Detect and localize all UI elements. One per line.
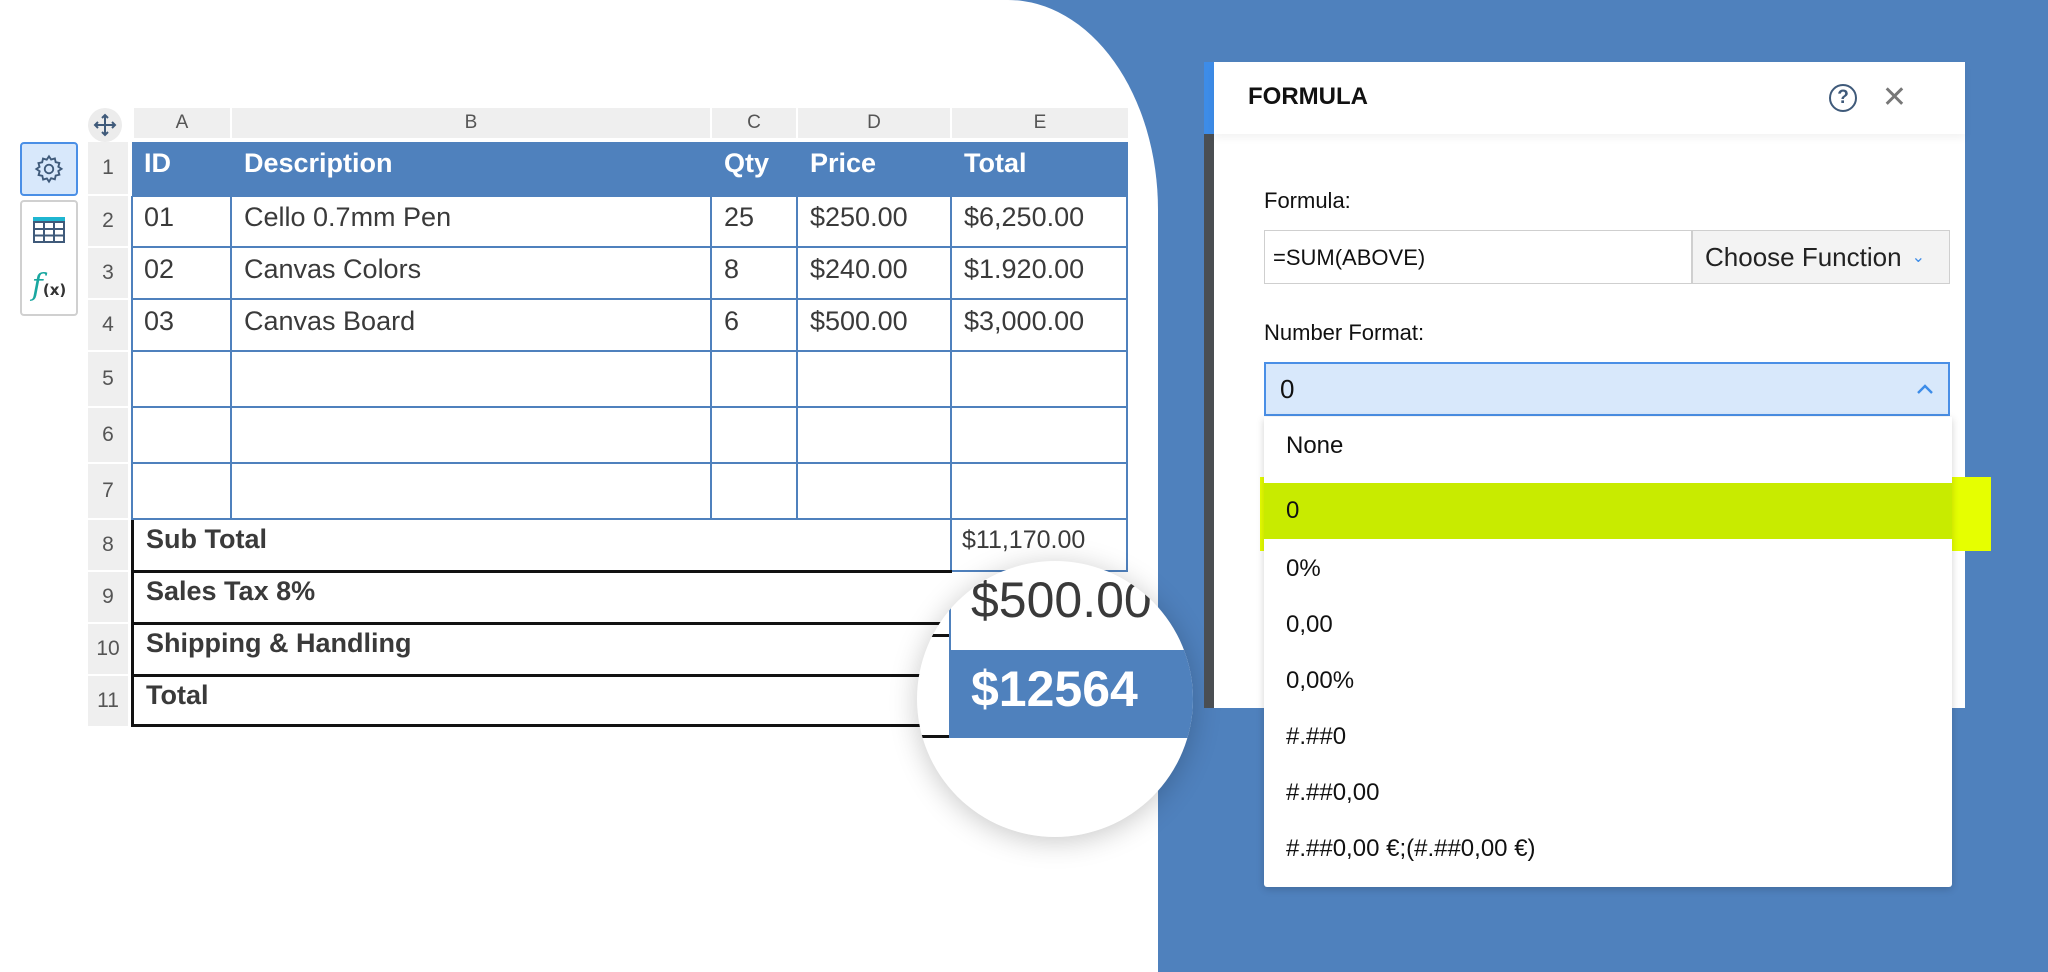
cell-qty[interactable]: 25 (712, 196, 796, 246)
row-header[interactable]: 1 (88, 142, 128, 194)
option-none[interactable]: None (1264, 418, 1952, 474)
border-line (917, 583, 951, 586)
grid-line (132, 195, 1128, 197)
number-format-label: Number Format: (1264, 320, 1425, 345)
row-header[interactable]: 10 (88, 624, 128, 674)
grid-line (132, 350, 1128, 352)
grid-line (710, 196, 712, 520)
cell-id[interactable]: 03 (132, 300, 230, 350)
chevron-down-icon: ⌄ (1911, 249, 1925, 266)
option-0-00[interactable]: 0,00 (1264, 597, 1952, 653)
toolbar-group: f(x) (20, 200, 78, 316)
cell-price[interactable]: $500.00 (798, 300, 950, 350)
number-format-select[interactable]: 0 (1264, 362, 1950, 416)
dialog-accent (1204, 134, 1214, 708)
formula-label: Formula: (1264, 188, 1351, 213)
cell-price[interactable]: $250.00 (798, 196, 950, 246)
row-header[interactable]: 8 (88, 520, 128, 570)
column-header-a[interactable]: A (134, 108, 230, 138)
grid-line (796, 196, 798, 520)
table-button[interactable] (27, 208, 71, 252)
help-icon[interactable]: ? (1829, 84, 1857, 112)
close-icon[interactable]: ✕ (1882, 80, 1907, 115)
option-euro-currency[interactable]: #.##0,00 €;(#.##0,00 €) (1264, 821, 1952, 877)
cell-description[interactable]: Canvas Board (232, 300, 710, 350)
magnified-shipping-value: $500.00 (949, 561, 1193, 651)
cell-total[interactable]: $1.920.00 (952, 248, 1128, 298)
border-line (132, 724, 952, 727)
gear-icon (34, 154, 64, 184)
row-header[interactable]: 9 (88, 572, 128, 622)
dialog-accent (1204, 62, 1214, 134)
header-cell-id[interactable]: ID (132, 142, 230, 196)
summary-label-total[interactable]: Total (146, 680, 209, 711)
border-line (132, 622, 952, 625)
cell-total[interactable]: $6,250.00 (952, 196, 1128, 246)
chevron-up-icon (1917, 384, 1933, 394)
border-line (917, 735, 951, 738)
row-header[interactable]: 6 (88, 408, 128, 462)
dialog-header: FORMULA ? ✕ (1214, 62, 1965, 134)
grid-line (132, 298, 1128, 300)
summary-label-sales-tax[interactable]: Sales Tax 8% (146, 576, 315, 607)
row-header[interactable]: 11 (88, 676, 128, 726)
summary-label-shipping[interactable]: Shipping & Handling (146, 628, 411, 659)
table-icon (33, 217, 65, 243)
function-icon: f(x) (31, 268, 67, 303)
header-cell-total[interactable]: Total (952, 142, 1128, 196)
magnifier-lens: $500.00 $12564 (917, 561, 1193, 837)
row-header[interactable]: 2 (88, 196, 128, 246)
choose-function-label: Choose Function (1705, 241, 1902, 272)
grid-line (950, 196, 952, 572)
option-0-00-percent[interactable]: 0,00% (1264, 653, 1952, 709)
option-thousands[interactable]: #.##0 (1264, 709, 1952, 765)
row-header[interactable]: 5 (88, 352, 128, 406)
cell-qty[interactable]: 6 (712, 300, 796, 350)
column-header-d[interactable]: D (798, 108, 950, 138)
cell-total[interactable]: $3,000.00 (952, 300, 1128, 350)
choose-function-dropdown[interactable]: Choose Function ⌄ (1692, 230, 1950, 284)
summary-label-subtotal[interactable]: Sub Total (146, 524, 267, 555)
dialog-title: FORMULA (1248, 83, 1368, 110)
border-line (132, 674, 952, 677)
number-format-options: None 0 0% 0,00 0,00% #.##0 #.##0,00 #.##… (1264, 417, 1952, 887)
option-0-percent[interactable]: 0% (1264, 541, 1952, 597)
cell-price[interactable]: $240.00 (798, 248, 950, 298)
cell-id[interactable]: 02 (132, 248, 230, 298)
column-header-e[interactable]: E (952, 108, 1128, 138)
cell-qty[interactable]: 8 (712, 248, 796, 298)
cell-description[interactable]: Cello 0.7mm Pen (232, 196, 710, 246)
cell-description[interactable]: Canvas Colors (232, 248, 710, 298)
header-cell-qty[interactable]: Qty (712, 142, 796, 196)
column-header-c[interactable]: C (712, 108, 796, 138)
grid-line (131, 196, 133, 520)
row-header[interactable]: 3 (88, 248, 128, 298)
table-move-handle[interactable] (88, 108, 122, 142)
row-header[interactable]: 4 (88, 300, 128, 350)
border-line (917, 634, 951, 637)
option-0[interactable]: 0 (1264, 483, 1952, 539)
number-format-value: 0 (1280, 373, 1295, 404)
formula-input[interactable]: =SUM(ABOVE) (1264, 230, 1692, 284)
grid-line (1126, 142, 1128, 572)
header-cell-description[interactable]: Description (232, 142, 710, 196)
magnified-total-value: $12564 (949, 650, 1193, 738)
column-header-b[interactable]: B (232, 108, 710, 138)
grid-line (132, 406, 1128, 408)
cell-id[interactable]: 01 (132, 196, 230, 246)
grid-line (230, 196, 232, 520)
formula-button[interactable]: f(x) (27, 264, 71, 308)
option-thousands-decimal[interactable]: #.##0,00 (1264, 765, 1952, 821)
border-line (132, 570, 952, 573)
move-icon (93, 113, 117, 137)
settings-button[interactable] (20, 142, 78, 196)
header-cell-price[interactable]: Price (798, 142, 950, 196)
grid-line (132, 462, 1128, 464)
row-header[interactable]: 7 (88, 464, 128, 518)
grid-line (132, 246, 1128, 248)
